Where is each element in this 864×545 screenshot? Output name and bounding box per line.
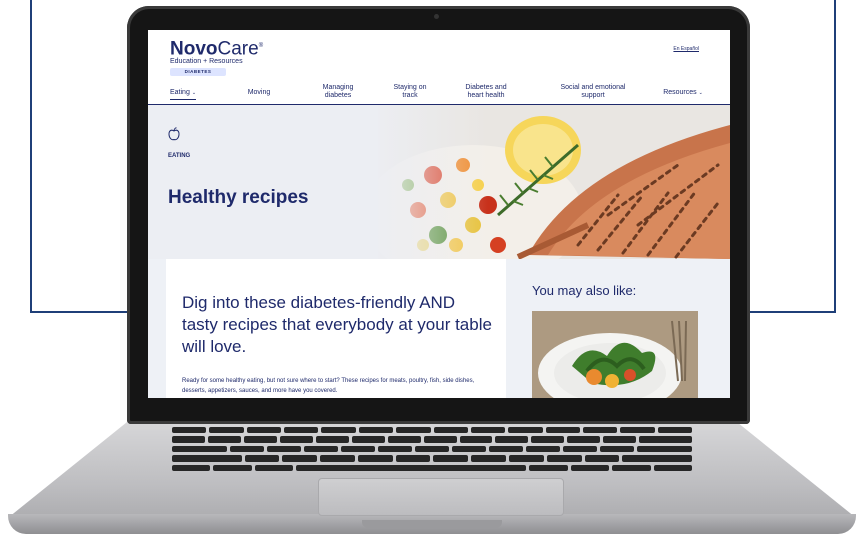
intro-headline: Dig into these diabetes-friendly AND tas… xyxy=(182,293,492,356)
logo-wordmark: NovoCare® xyxy=(170,38,264,60)
nav-item-managing-diabetes[interactable]: Managing diabetes xyxy=(316,84,360,100)
nav-item-social-support[interactable]: Social and emotional support xyxy=(552,84,634,100)
chevron-down-icon: ⌄ xyxy=(698,90,703,96)
page-title: Healthy recipes xyxy=(168,187,309,208)
related-salad-photo[interactable] xyxy=(532,311,698,398)
nav-item-eating[interactable]: Eating ⌄ xyxy=(170,89,197,100)
logo-subtitle: Education + Resources xyxy=(170,58,243,66)
chevron-down-icon: ⌄ xyxy=(191,90,197,96)
laptop-notch xyxy=(362,520,502,528)
related-heading: You may also like: xyxy=(532,283,637,298)
nav-item-moving[interactable]: Moving xyxy=(242,89,276,97)
laptop-keyboard xyxy=(168,424,696,474)
laptop-camera xyxy=(434,14,439,19)
novocare-logo[interactable]: NovoCare® Education + Resources DIABETES xyxy=(170,37,264,77)
apple-icon xyxy=(168,127,180,141)
frame-line-bottom-right xyxy=(748,311,836,313)
site-header: NovoCare® Education + Resources DIABETES… xyxy=(148,30,730,78)
logo-badge: DIABETES xyxy=(170,68,226,77)
frame-line-left xyxy=(30,0,32,312)
hero-banner: EATING Healthy recipes xyxy=(148,105,730,259)
hero-kicker: EATING xyxy=(168,153,191,159)
intro-body: Ready for some healthy eating, but not s… xyxy=(182,378,475,394)
laptop-screen: NovoCare® Education + Resources DIABETES… xyxy=(148,30,730,398)
hero-gradient xyxy=(368,105,488,259)
nav-item-resources[interactable]: Resources ⌄ xyxy=(658,89,708,97)
nav-item-staying-on-track[interactable]: Staying on track xyxy=(390,84,430,100)
language-link[interactable]: En Español xyxy=(673,46,699,52)
nav-item-heart-health[interactable]: Diabetes and heart health xyxy=(458,84,514,100)
intro-card: Dig into these diabetes-friendly AND tas… xyxy=(166,259,506,398)
main-nav: Eating ⌄ Moving Managing diabetes Stayin… xyxy=(148,80,730,105)
frame-line-right xyxy=(834,0,836,312)
main-content: Dig into these diabetes-friendly AND tas… xyxy=(148,259,730,398)
laptop-trackpad xyxy=(318,478,564,516)
frame-line-bottom-left xyxy=(30,311,130,313)
